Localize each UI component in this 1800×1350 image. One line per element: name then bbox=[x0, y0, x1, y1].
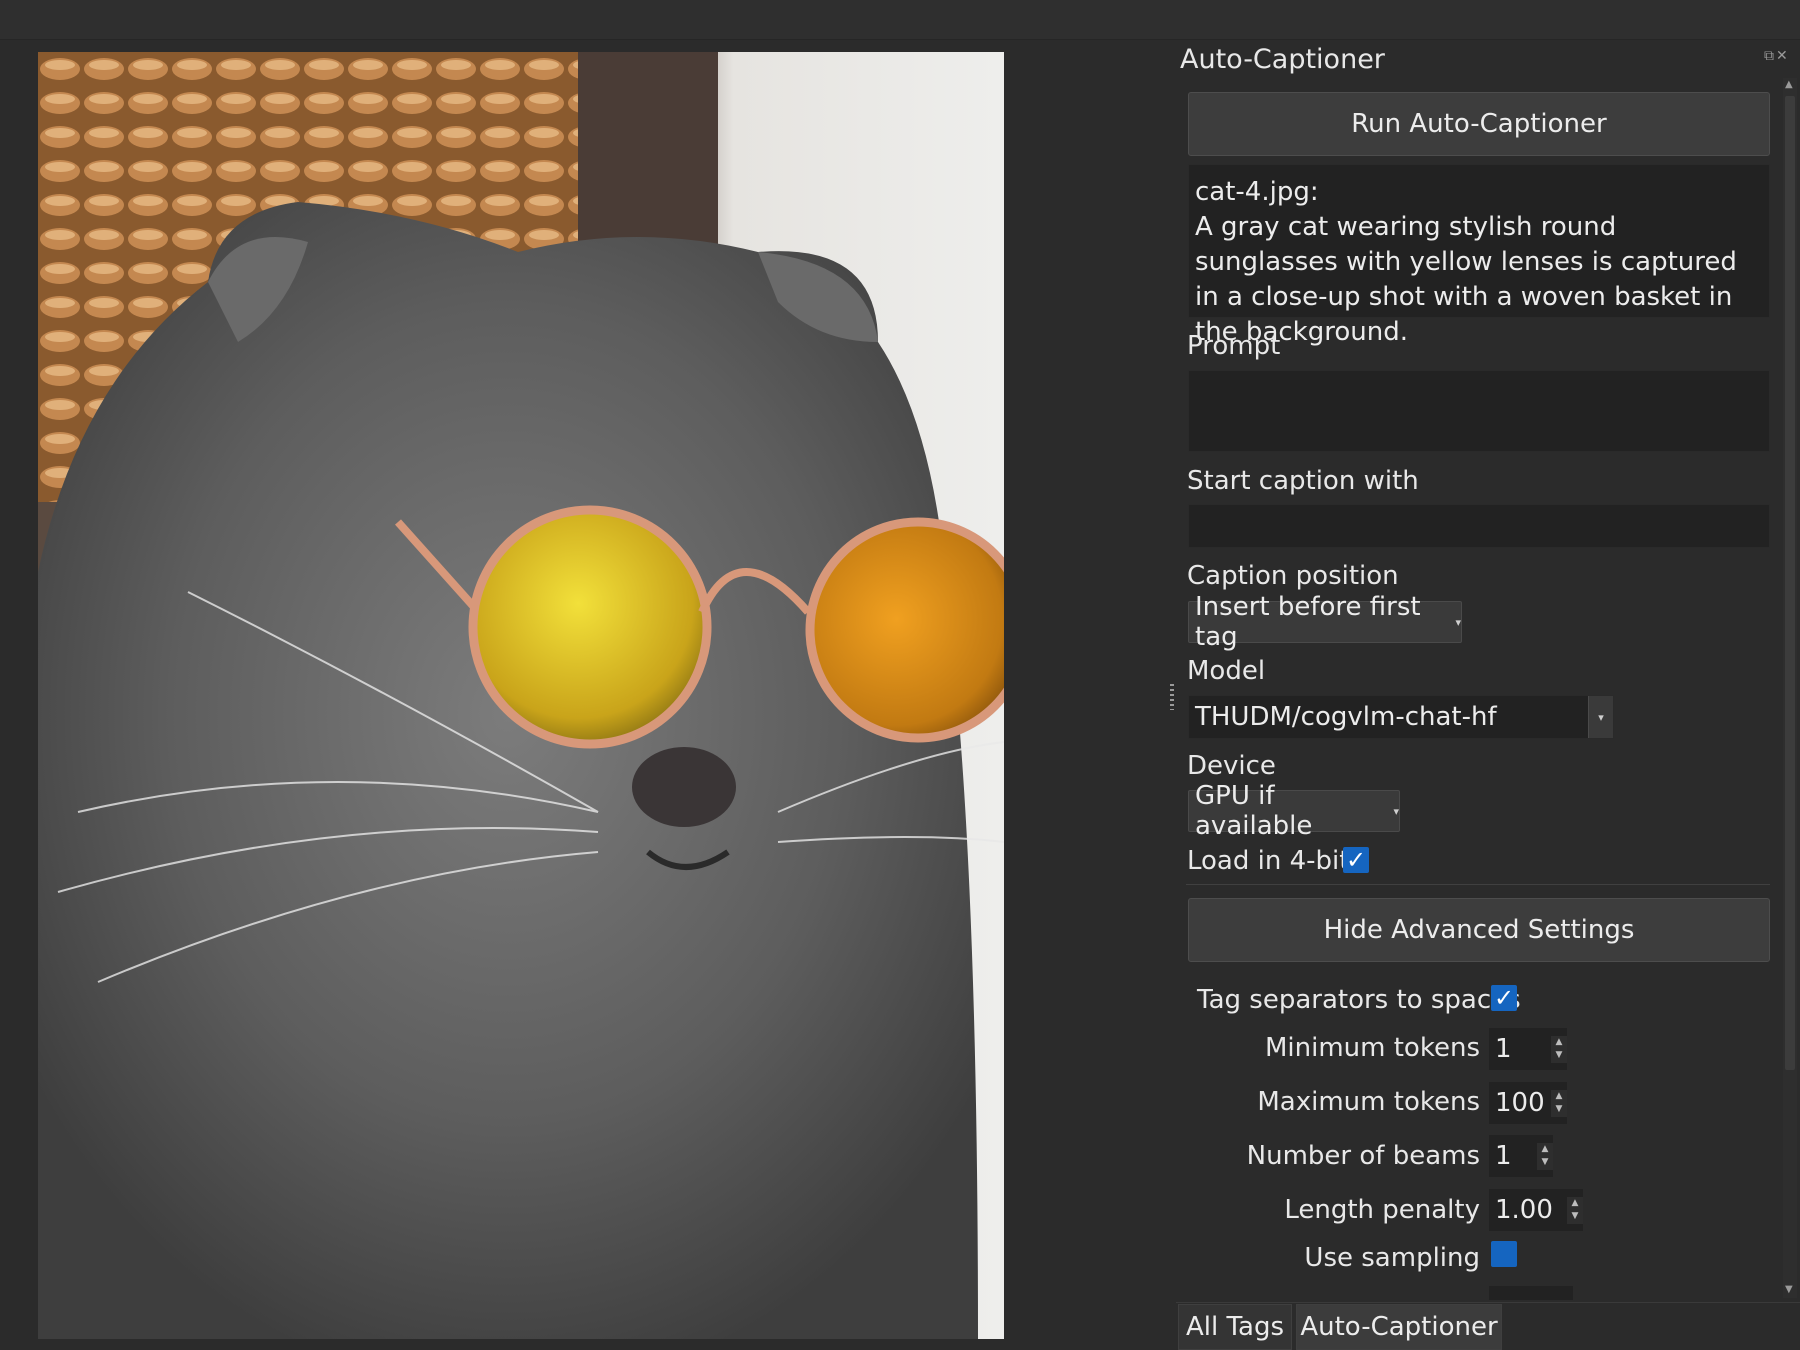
chevron-down-icon[interactable]: ▾ bbox=[1588, 696, 1613, 738]
min-tokens-value: 1 bbox=[1495, 1034, 1512, 1064]
spin-arrows[interactable]: ▲ ▼ bbox=[1567, 1196, 1583, 1224]
spin-arrows[interactable]: ▲ ▼ bbox=[1551, 1089, 1567, 1117]
start-caption-input[interactable] bbox=[1188, 504, 1770, 548]
use-sampling-checkbox[interactable] bbox=[1491, 1241, 1517, 1267]
use-sampling-label: Use sampling bbox=[1304, 1243, 1480, 1273]
spin-arrows[interactable]: ▲ ▼ bbox=[1551, 1035, 1567, 1063]
model-combobox[interactable]: THUDM/cogvlm-chat-hf ▾ bbox=[1188, 695, 1614, 739]
dock-float-close-icons[interactable]: ⧉✕ bbox=[1764, 48, 1790, 64]
length-penalty-label: Length penalty bbox=[1284, 1195, 1480, 1225]
prompt-label: Prompt bbox=[1187, 331, 1281, 361]
check-icon: ✓ bbox=[1493, 984, 1515, 1012]
hide-advanced-settings-button[interactable]: Hide Advanced Settings bbox=[1188, 898, 1770, 962]
start-caption-label: Start caption with bbox=[1187, 466, 1419, 496]
tab-auto-captioner[interactable]: Auto-Captioner bbox=[1296, 1304, 1502, 1350]
tag-separators-checkbox[interactable]: ✓ bbox=[1491, 985, 1517, 1011]
length-penalty-spinbox[interactable]: 1.00 ▲ ▼ bbox=[1489, 1189, 1583, 1231]
caption-position-value: Insert before first tag bbox=[1195, 592, 1421, 652]
num-beams-value: 1 bbox=[1495, 1141, 1512, 1171]
num-beams-label: Number of beams bbox=[1246, 1141, 1480, 1171]
dock-title: Auto-Captioner bbox=[1180, 44, 1385, 75]
model-label: Model bbox=[1187, 656, 1266, 686]
spin-up-icon[interactable]: ▲ bbox=[1572, 1197, 1579, 1211]
tag-separators-label: Tag separators to spaces bbox=[1197, 985, 1521, 1015]
spin-up-icon[interactable]: ▲ bbox=[1556, 1090, 1563, 1104]
caption-position-label: Caption position bbox=[1187, 561, 1399, 591]
num-beams-spinbox[interactable]: 1 ▲ ▼ bbox=[1489, 1135, 1553, 1177]
spin-arrows[interactable]: ▲ ▼ bbox=[1537, 1142, 1553, 1170]
image-preview bbox=[38, 52, 1004, 1339]
device-select[interactable]: GPU if available ▾ bbox=[1188, 781, 1400, 841]
splitter-handle[interactable] bbox=[1170, 684, 1174, 710]
spin-down-icon[interactable]: ▼ bbox=[1542, 1156, 1549, 1170]
load-4bit-checkbox[interactable]: ✓ bbox=[1343, 847, 1369, 873]
cat-photo bbox=[38, 52, 1004, 1339]
spin-down-icon[interactable]: ▼ bbox=[1556, 1049, 1563, 1063]
title-bar bbox=[0, 0, 1800, 40]
min-tokens-spinbox[interactable]: 1 ▲ ▼ bbox=[1489, 1028, 1567, 1070]
tab-all-tags[interactable]: All Tags bbox=[1178, 1304, 1292, 1350]
prompt-input[interactable] bbox=[1188, 370, 1770, 452]
min-tokens-label: Minimum tokens bbox=[1264, 1033, 1480, 1063]
scroll-up-icon[interactable]: ▲ bbox=[1785, 79, 1793, 90]
chevron-down-icon: ▾ bbox=[1393, 804, 1399, 818]
clipped-spinbox[interactable] bbox=[1489, 1286, 1573, 1300]
scrollbar-thumb[interactable] bbox=[1785, 96, 1795, 1070]
load-4bit-label: Load in 4-bit bbox=[1187, 846, 1350, 876]
chevron-down-icon: ▾ bbox=[1455, 615, 1461, 629]
max-tokens-label: Maximum tokens bbox=[1257, 1087, 1480, 1117]
caption-output[interactable]: cat-4.jpg: A gray cat wearing stylish ro… bbox=[1188, 164, 1770, 347]
spin-up-icon[interactable]: ▲ bbox=[1556, 1036, 1563, 1050]
length-penalty-value: 1.00 bbox=[1495, 1195, 1553, 1225]
max-tokens-spinbox[interactable]: 100 ▲ ▼ bbox=[1489, 1082, 1567, 1124]
spin-down-icon[interactable]: ▼ bbox=[1572, 1210, 1579, 1224]
run-auto-captioner-button[interactable]: Run Auto-Captioner bbox=[1188, 92, 1770, 156]
model-value: THUDM/cogvlm-chat-hf bbox=[1195, 702, 1497, 732]
scroll-down-icon[interactable]: ▼ bbox=[1785, 1284, 1793, 1295]
spin-up-icon[interactable]: ▲ bbox=[1542, 1143, 1549, 1157]
caption-position-select[interactable]: Insert before first tag ▾ bbox=[1188, 592, 1462, 652]
divider bbox=[1186, 884, 1770, 885]
check-icon: ✓ bbox=[1345, 846, 1367, 874]
device-value: GPU if available bbox=[1195, 781, 1313, 841]
device-label: Device bbox=[1187, 751, 1276, 781]
max-tokens-value: 100 bbox=[1495, 1088, 1545, 1118]
spin-down-icon[interactable]: ▼ bbox=[1556, 1103, 1563, 1117]
